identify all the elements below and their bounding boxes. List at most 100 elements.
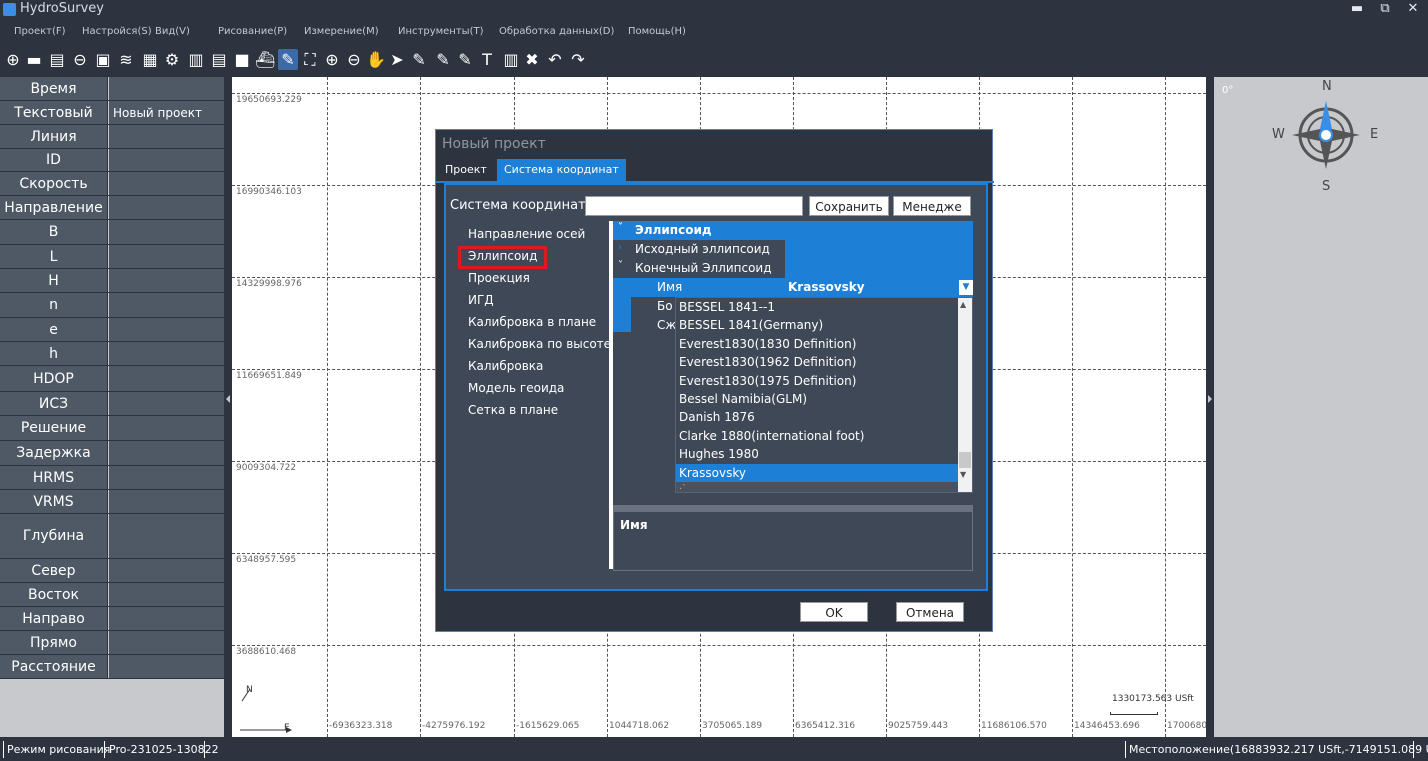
menu-draw[interactable]: Рисование(P) (218, 26, 287, 37)
scroll-thumb[interactable] (959, 452, 971, 468)
north-axis-label: N (246, 685, 253, 695)
tree-ellipsoid-header[interactable]: ˅ Эллипсоид (613, 221, 973, 240)
dropdown-option[interactable]: BESSEL 1841(Germany) (676, 316, 958, 334)
info-row: Прямо (0, 631, 224, 655)
menu-tools[interactable]: Инструменты(T) (398, 26, 483, 37)
dropdown-option[interactable]: Bessel Namibia(GLM) (676, 390, 958, 408)
barcode-icon[interactable]: ▥ (501, 49, 521, 70)
open-icon[interactable]: ▬ (24, 49, 44, 70)
tree-source-label: Исходный эллипсоид (635, 242, 770, 256)
east-axis-label: E (284, 723, 290, 733)
tree-target-label: Конечный Эллипсоид (635, 261, 772, 275)
dropdown-option[interactable]: BESSEL 1841--1 (676, 298, 958, 316)
info-value (109, 293, 224, 317)
heading-angle: 0° (1222, 85, 1234, 96)
manager-button[interactable]: Менедже (893, 196, 971, 216)
info-row: Текстовый Новый проект (0, 101, 224, 125)
dropdown-option[interactable]: Everest1830(1830 Definition) (676, 335, 958, 353)
annotate-icon[interactable]: ✎ (455, 49, 475, 70)
dropdown-scrollbar[interactable]: ▲ ▼ (958, 298, 972, 492)
tree-source-ellipsoid[interactable]: › Исходный эллипсоид (613, 240, 973, 259)
nav-item[interactable]: Калибровка (468, 359, 543, 373)
scroll-up-icon[interactable]: ▲ (960, 300, 966, 309)
nav-item[interactable]: Направление осей (468, 227, 585, 241)
tab-coordinate-system[interactable]: Система координат (497, 159, 626, 181)
document-icon[interactable]: ▦ (140, 49, 160, 70)
camera-icon[interactable]: ■ (232, 49, 252, 70)
info-label: Направление (0, 196, 108, 219)
zoom-out-icon[interactable]: ⊖ (344, 49, 364, 70)
ok-button[interactable]: OK (800, 602, 868, 622)
pointer-icon[interactable]: ➤ (387, 49, 407, 70)
description-panel: Имя (613, 511, 973, 571)
ruler-icon[interactable]: ✎ (409, 49, 429, 70)
info-row: Восток (0, 583, 224, 607)
status-bar: Режим рисования Pro-231025-130822 Местоп… (0, 738, 1428, 761)
print-icon[interactable]: ▥ (186, 49, 206, 70)
nav-item[interactable]: ИГД (468, 293, 494, 307)
save-button[interactable]: Сохранить (809, 196, 889, 216)
info-label: Линия (0, 125, 108, 148)
info-row: HRMS (0, 466, 224, 490)
image-icon[interactable]: ▣ (93, 49, 113, 70)
undo-icon[interactable]: ↶ (545, 49, 565, 70)
edit-icon[interactable]: ✎ (278, 49, 298, 70)
scale-label: 1330173.563 USft (1112, 694, 1194, 704)
restore-button[interactable]: ⧉ (1371, 1, 1399, 19)
ship-icon[interactable]: ⛴ (255, 49, 275, 70)
cs-input[interactable] (585, 196, 803, 216)
pan-icon[interactable]: ✋ (366, 49, 386, 70)
tree-name-row[interactable]: Имя Krassovsky ▼ (631, 278, 973, 297)
dropdown-arrow-icon[interactable]: ▼ (959, 280, 973, 295)
left-splitter[interactable] (224, 77, 232, 737)
settings-icon[interactable]: ⚙ (162, 49, 182, 70)
x-label: 1044718.062 (609, 721, 670, 731)
new-project-icon[interactable]: ⊕ (3, 49, 23, 70)
chevron-down-icon: ˅ (618, 222, 623, 233)
nav-item[interactable]: Сетка в плане (468, 403, 558, 417)
wave-icon[interactable]: ≋ (116, 49, 136, 70)
redo-icon[interactable]: ↷ (568, 49, 588, 70)
text-icon[interactable]: T (477, 49, 497, 70)
close-button[interactable]: ✕ (1399, 1, 1427, 19)
x-label: -4275976.192 (422, 721, 486, 731)
zoom-in-icon[interactable]: ⊕ (322, 49, 342, 70)
print-preview-icon[interactable]: ▤ (209, 49, 229, 70)
fit-icon[interactable]: ⛶ (300, 49, 320, 70)
menu-help[interactable]: Помощь(H) (628, 26, 686, 37)
dropdown-option[interactable]: Danish 1876 (676, 408, 958, 426)
dropdown-option[interactable]: Hughes 1980 (676, 445, 958, 463)
edit-doc-icon[interactable]: ✎ (433, 49, 453, 70)
nav-item[interactable]: Калибровка по высоте (468, 337, 611, 351)
x-label: -6936323.318 (329, 721, 393, 731)
menu-view[interactable]: Вид(V) (155, 26, 190, 37)
info-label: B (0, 220, 108, 244)
chevron-right-icon: › (618, 242, 622, 253)
info-value (109, 342, 224, 365)
nav-item[interactable]: Модель геоида (468, 381, 564, 395)
delete-icon[interactable]: ✖ (522, 49, 542, 70)
dropdown-option[interactable]: Everest1830(1962 Definition) (676, 353, 958, 371)
minimize-button[interactable]: ▬ (1343, 1, 1371, 19)
dropdown-option[interactable]: Everest1830(1975 Definition) (676, 372, 958, 390)
right-splitter[interactable] (1206, 77, 1214, 737)
nav-item[interactable]: Проекция (468, 271, 530, 285)
menu-data[interactable]: Обработка данных(D) (499, 26, 614, 37)
cancel-button[interactable]: Отмена (896, 602, 964, 622)
info-label: H (0, 269, 108, 292)
menu-measure[interactable]: Измерение(M) (304, 26, 379, 37)
nav-item[interactable]: Калибровка в плане (468, 315, 596, 329)
tab-project[interactable]: Проект (438, 159, 494, 181)
resize-grip-icon[interactable]: ⋰ (676, 480, 958, 492)
chevron-down-icon: ˅ (618, 260, 623, 271)
dropdown-option[interactable]: Krassovsky (676, 463, 958, 482)
link-icon[interactable]: ⊖ (70, 49, 90, 70)
save-icon[interactable]: ▤ (47, 49, 67, 70)
scroll-down-icon[interactable]: ▼ (960, 470, 966, 479)
menu-settings[interactable]: Настройся(S) (82, 26, 152, 37)
menu-project[interactable]: Проект(F) (14, 26, 66, 37)
tree-target-ellipsoid[interactable]: ˅ Конечный Эллипсоид (613, 259, 973, 278)
info-label: Глубина (0, 514, 108, 558)
info-row: Север (0, 559, 224, 583)
dropdown-option[interactable]: Clarke 1880(international foot) (676, 427, 958, 445)
